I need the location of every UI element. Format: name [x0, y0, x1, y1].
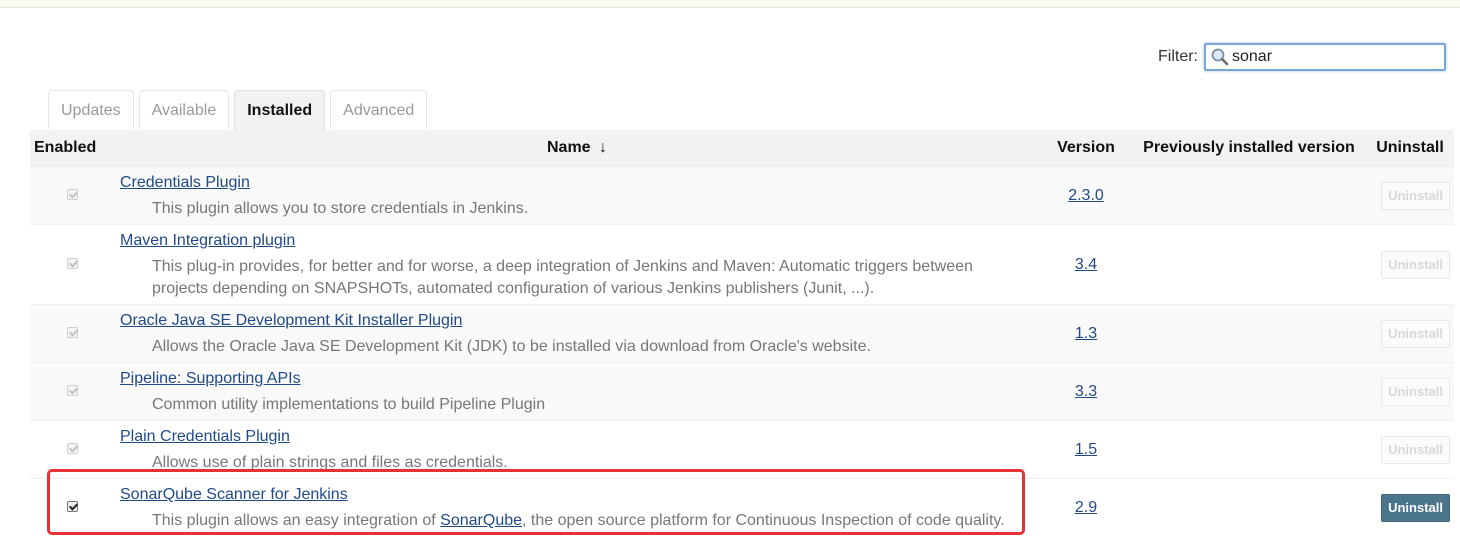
previous-version-cell — [1132, 362, 1366, 421]
enabled-checkbox[interactable] — [66, 188, 78, 200]
table-header-row: Enabled Name ↓ Version Previously instal… — [30, 130, 1454, 167]
tab-installed[interactable]: Installed — [234, 90, 326, 130]
column-header-previous-version[interactable]: Previously installed version — [1132, 130, 1366, 167]
filter-bar: Filter: — [1158, 42, 1446, 72]
plugin-description: Allows use of plain strings and files as… — [152, 453, 508, 471]
plugin-name-link[interactable]: Maven Integration plugin — [120, 231, 1040, 250]
plugin-manager-tabs: Updates Available Installed Advanced — [48, 90, 428, 130]
plugin-description: This plugin allows an easy integration o… — [152, 510, 1040, 535]
plugin-description: Common utility implementations to build … — [152, 395, 546, 413]
plugin-name-link[interactable]: Plain Credentials Plugin — [120, 427, 1040, 446]
previous-version-cell — [1132, 420, 1366, 479]
enabled-checkbox[interactable] — [66, 257, 78, 269]
column-header-version[interactable]: Version — [1040, 130, 1132, 167]
filter-field[interactable] — [1204, 43, 1446, 71]
column-header-name[interactable]: Name ↓ — [114, 130, 1040, 167]
filter-input[interactable] — [1230, 48, 1432, 66]
tab-updates[interactable]: Updates — [48, 90, 134, 129]
plugin-description-text: This plugin allows an easy integration o… — [152, 511, 441, 529]
uninstall-button[interactable]: Uninstall — [1381, 377, 1450, 406]
enabled-checkbox[interactable] — [66, 384, 78, 396]
table-row: Credentials Plugin This plugin allows yo… — [30, 166, 1454, 225]
previous-version-cell — [1132, 166, 1366, 225]
column-header-uninstall[interactable]: Uninstall — [1366, 130, 1454, 167]
plugin-name-link[interactable]: SonarQube Scanner for Jenkins — [120, 485, 1040, 504]
uninstall-button[interactable]: Uninstall — [1381, 435, 1450, 464]
table-row: SonarQube Scanner for Jenkins This plugi… — [30, 478, 1454, 537]
plugin-description: This plugin allows you to store credenti… — [152, 199, 529, 217]
plugin-version-link[interactable]: 2.9 — [1075, 499, 1097, 516]
tab-available[interactable]: Available — [138, 90, 230, 129]
plugin-description-text: , the open source platform for Continuou… — [522, 511, 1005, 529]
column-header-name-label: Name — [546, 139, 591, 156]
uninstall-button[interactable]: Uninstall — [1381, 181, 1450, 210]
installed-plugins-table: Enabled Name ↓ Version Previously instal… — [30, 130, 1454, 537]
uninstall-button[interactable]: Uninstall — [1381, 319, 1450, 348]
uninstall-button[interactable]: Uninstall — [1381, 250, 1450, 279]
column-header-enabled[interactable]: Enabled — [30, 130, 114, 167]
previous-version-cell — [1132, 224, 1366, 305]
table-row: Plain Credentials Plugin Allows use of p… — [30, 420, 1454, 479]
uninstall-button[interactable]: Uninstall — [1381, 493, 1450, 522]
previous-version-cell — [1132, 478, 1366, 537]
plugin-name-link[interactable]: Credentials Plugin — [120, 173, 1040, 192]
sort-arrow-icon: ↓ — [599, 139, 608, 156]
plugin-name-link[interactable]: Oracle Java SE Development Kit Installer… — [120, 311, 1040, 330]
top-banner-strip — [0, 0, 1460, 8]
tab-advanced[interactable]: Advanced — [330, 90, 428, 129]
previous-version-cell — [1132, 304, 1366, 363]
plugin-version-link[interactable]: 2.3.0 — [1068, 187, 1104, 204]
table-row: Oracle Java SE Development Kit Installer… — [30, 304, 1454, 363]
plugin-version-link[interactable]: 1.5 — [1075, 441, 1097, 458]
enabled-checkbox[interactable] — [66, 442, 78, 454]
plugin-description: Allows the Oracle Java SE Development Ki… — [152, 337, 871, 355]
enabled-checkbox[interactable] — [66, 500, 78, 512]
sonarqube-link[interactable]: SonarQube — [440, 512, 522, 529]
search-icon — [1211, 48, 1229, 66]
plugin-name-link[interactable]: Pipeline: Supporting APIs — [120, 369, 1040, 388]
enabled-checkbox[interactable] — [66, 326, 78, 338]
table-row: Pipeline: Supporting APIs Common utility… — [30, 362, 1454, 421]
table-row: Maven Integration plugin This plug-in pr… — [30, 224, 1454, 305]
plugin-version-link[interactable]: 1.3 — [1075, 325, 1097, 342]
plugin-version-link[interactable]: 3.4 — [1075, 256, 1097, 273]
plugin-version-link[interactable]: 3.3 — [1075, 383, 1097, 400]
filter-label: Filter: — [1158, 48, 1198, 65]
plugin-description: This plug-in provides, for better and fo… — [152, 257, 973, 297]
